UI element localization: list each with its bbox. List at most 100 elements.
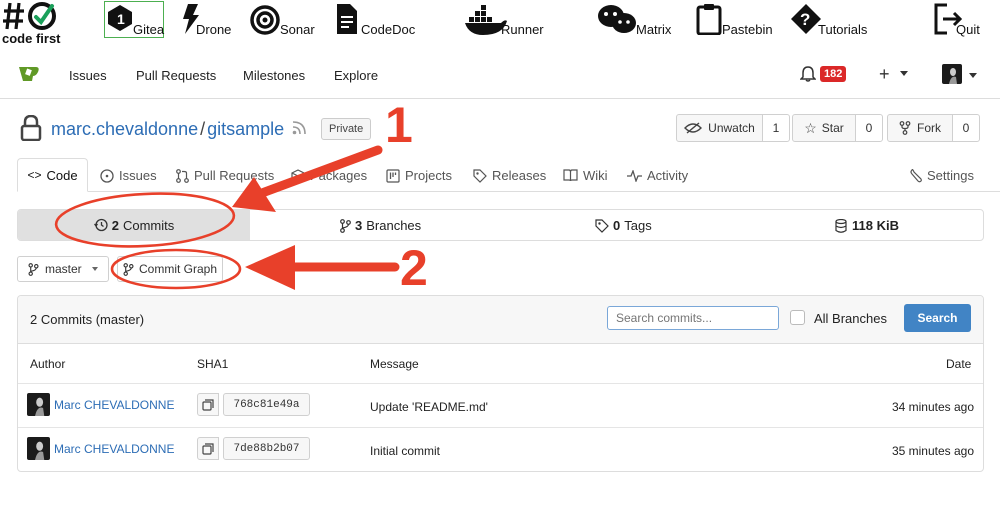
- tools-icon: [910, 168, 922, 182]
- commit-message[interactable]: Update 'README.md': [370, 400, 488, 414]
- app-drone-label[interactable]: Drone: [196, 22, 231, 37]
- author-avatar[interactable]: [27, 393, 50, 416]
- chevron-down-icon: [900, 71, 908, 76]
- package-icon: [291, 168, 305, 183]
- all-branches-checkbox[interactable]: [790, 310, 805, 325]
- pulse-icon: [627, 169, 642, 182]
- tab-settings-label: Settings: [927, 168, 974, 183]
- copy-icon: [202, 398, 214, 411]
- sonar-icon[interactable]: [250, 5, 280, 40]
- commit-message[interactable]: Initial commit: [370, 444, 440, 458]
- fork-label: Fork: [917, 121, 941, 135]
- repo-path: marc.chevaldonne / gitsample: [51, 119, 284, 140]
- nav-milestones[interactable]: Milestones: [243, 68, 305, 83]
- commits-panel-title: 2 Commits (master): [30, 312, 145, 327]
- stats-tags[interactable]: 0 Tags: [595, 218, 652, 233]
- tab-code-label: Code: [46, 167, 78, 183]
- tab-wiki[interactable]: Wiki: [563, 168, 608, 183]
- tab-activity[interactable]: Activity: [627, 168, 688, 183]
- app-quit-label[interactable]: Quit: [956, 22, 980, 37]
- repo-size: 118 KiB: [852, 218, 899, 233]
- copy-sha-button[interactable]: [197, 393, 219, 416]
- tab-settings[interactable]: Settings: [909, 168, 974, 183]
- tab-activity-label: Activity: [647, 168, 689, 183]
- app-runner-label[interactable]: Runner: [501, 22, 544, 37]
- tab-packages-label: Packages: [310, 168, 368, 183]
- sha-link[interactable]: 768c81e49a: [223, 393, 310, 416]
- fork-icon: [899, 121, 911, 135]
- author-link[interactable]: Marc CHEVALDONNE: [54, 398, 174, 412]
- bell-icon[interactable]: [799, 66, 817, 87]
- watch-count[interactable]: 1: [762, 114, 790, 142]
- document-icon[interactable]: [335, 3, 359, 40]
- history-icon: [93, 218, 108, 232]
- commits-count: 2: [111, 217, 119, 233]
- commits-label: Commits: [122, 217, 175, 233]
- notification-badge[interactable]: 182: [820, 66, 847, 82]
- nav-pull-requests[interactable]: Pull Requests: [136, 68, 216, 83]
- search-commits-input[interactable]: [607, 306, 779, 330]
- app-launcher-bar: code first 1 Gitea Drone Sonar CodeDoc R…: [0, 0, 1000, 48]
- nav-explore[interactable]: Explore: [334, 68, 378, 83]
- branch-dropdown[interactable]: master: [17, 256, 109, 282]
- logo-caption: code first: [2, 31, 61, 46]
- fork-count[interactable]: 0: [952, 114, 980, 142]
- unwatch-button[interactable]: Unwatch: [676, 114, 763, 142]
- stats-branches[interactable]: 3 Branches: [340, 218, 421, 233]
- tab-issues-label: Issues: [119, 168, 157, 183]
- header-message: Message: [370, 357, 419, 371]
- branches-count: 3: [355, 218, 363, 233]
- stats-commits[interactable]: 2 Commits: [18, 210, 250, 240]
- tab-code[interactable]: <> Code: [17, 158, 88, 192]
- issue-icon: [100, 168, 114, 183]
- tab-pull-requests[interactable]: Pull Requests: [176, 168, 274, 183]
- branch-icon: [28, 262, 39, 276]
- sha-link[interactable]: 7de88b2b07: [223, 437, 310, 460]
- star-count[interactable]: 0: [855, 114, 883, 142]
- app-pastebin-label[interactable]: Pastebin: [722, 22, 773, 37]
- star-button[interactable]: ☆ Star: [792, 114, 856, 142]
- header-date: Date: [946, 357, 972, 371]
- eye-slash-icon: [684, 122, 703, 134]
- chat-bubbles-icon[interactable]: [597, 4, 637, 41]
- database-icon: [835, 218, 847, 233]
- book-icon: [563, 169, 578, 182]
- clipboard-icon[interactable]: [696, 3, 722, 40]
- project-board-icon: [386, 168, 400, 183]
- tags-label: Tags: [624, 218, 652, 233]
- commit-graph-button[interactable]: Commit Graph: [117, 256, 223, 282]
- tab-releases-label: Releases: [492, 168, 547, 183]
- avatar-chevron-down-icon: [969, 73, 977, 78]
- all-branches-label[interactable]: All Branches: [814, 311, 887, 326]
- nav-issues[interactable]: Issues: [69, 68, 107, 83]
- visibility-badge: Private: [321, 118, 372, 140]
- rss-icon[interactable]: [292, 121, 306, 140]
- create-new-button[interactable]: +: [879, 64, 890, 85]
- tab-issues[interactable]: Issues: [100, 168, 157, 183]
- header-author: Author: [30, 357, 66, 371]
- app-tutorials-label[interactable]: Tutorials: [818, 22, 867, 37]
- code-first-logo[interactable]: code first: [2, 0, 62, 46]
- tag-icon: [473, 168, 487, 183]
- branch-icon: [123, 262, 134, 276]
- fork-button[interactable]: Fork: [887, 114, 953, 142]
- star-icon: ☆: [804, 119, 817, 136]
- app-gitea-label: Gitea: [133, 22, 165, 37]
- avatar[interactable]: [942, 64, 962, 84]
- app-sonar-label[interactable]: Sonar: [280, 22, 315, 37]
- search-button[interactable]: Search: [904, 304, 971, 332]
- stats-size: 118 KiB: [835, 218, 899, 233]
- author-avatar[interactable]: [27, 437, 50, 460]
- gitea-home-logo[interactable]: [18, 64, 40, 87]
- tab-packages[interactable]: Packages: [291, 168, 367, 183]
- tab-projects[interactable]: Projects: [386, 168, 452, 183]
- repo-name-link[interactable]: gitsample: [207, 119, 284, 139]
- app-codedoc-label[interactable]: CodeDoc: [361, 22, 415, 37]
- tab-releases[interactable]: Releases: [473, 168, 546, 183]
- copy-sha-button[interactable]: [197, 437, 219, 460]
- app-matrix-label[interactable]: Matrix: [636, 22, 671, 37]
- svg-text:1: 1: [117, 11, 125, 27]
- repo-owner-link[interactable]: marc.chevaldonne: [51, 119, 198, 139]
- author-link[interactable]: Marc CHEVALDONNE: [54, 442, 174, 456]
- copy-icon: [202, 442, 214, 455]
